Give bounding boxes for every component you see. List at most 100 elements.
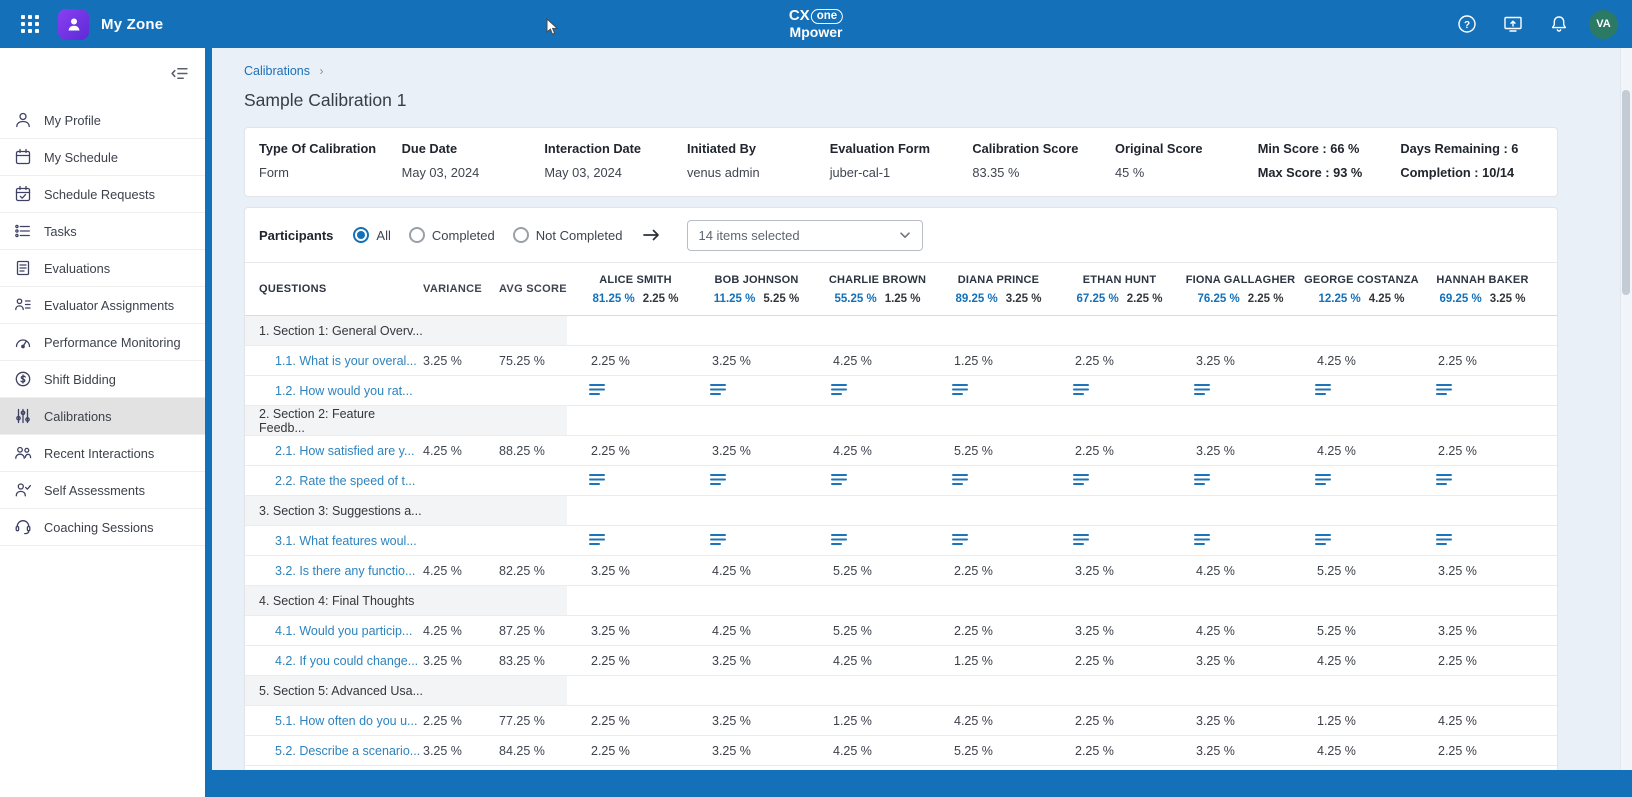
sidebar-item-self-assessments[interactable]: Self Assessments	[0, 472, 205, 509]
radio-all[interactable]: All	[353, 227, 390, 243]
comments-cell	[1059, 473, 1180, 489]
apply-arrow-icon[interactable]	[642, 227, 661, 243]
radio-completed[interactable]: Completed	[409, 227, 495, 243]
comments-icon[interactable]	[1436, 383, 1452, 396]
comments-icon[interactable]	[1315, 383, 1331, 396]
participant-name: HANNAH BAKER	[1422, 274, 1543, 286]
help-icon[interactable]: ?	[1451, 8, 1483, 40]
score-cell: 4.25 %	[817, 354, 938, 368]
question-row: 4.2. If you could change...3.25 %83.25 %…	[245, 646, 1557, 676]
column-header-participant-ethan-hunt: ETHAN HUNT 67.25 %2.25 %	[1059, 274, 1180, 305]
comments-icon[interactable]	[831, 533, 847, 546]
user-avatar[interactable]: VA	[1589, 10, 1618, 39]
summary-field-label: Due Date	[402, 141, 537, 156]
comments-icon[interactable]	[952, 473, 968, 486]
question-link[interactable]: 4.1. Would you particip...	[259, 624, 423, 638]
comments-icon[interactable]	[1073, 533, 1089, 546]
score-cell: 1.25 %	[938, 354, 1059, 368]
question-link[interactable]: 2.2. Rate the speed of t...	[259, 474, 423, 488]
question-link[interactable]: 5.1. How often do you u...	[259, 714, 423, 728]
comments-icon[interactable]	[589, 533, 605, 546]
summary-field-interaction-date: Interaction DateMay 03, 2024	[544, 141, 687, 183]
shift-bidding-icon	[14, 370, 32, 388]
participant-score: 55.25 %	[834, 293, 876, 305]
column-header-participant-alice-smith: ALICE SMITH81.25 %2.25 %	[575, 274, 696, 305]
sidebar-item-evaluator-assignments[interactable]: Evaluator Assignments	[0, 287, 205, 324]
breadcrumb-calibrations-link[interactable]: Calibrations	[244, 64, 310, 78]
section-row: 3. Section 3: Suggestions a...	[245, 496, 1557, 526]
comments-icon[interactable]	[952, 383, 968, 396]
participants-dropdown-value: 14 items selected	[698, 228, 799, 243]
question-link[interactable]: 5.2. Describe a scenario...	[259, 744, 423, 758]
comments-icon[interactable]	[831, 473, 847, 486]
myzone-logo-icon[interactable]	[58, 9, 89, 40]
comments-icon[interactable]	[1436, 473, 1452, 486]
comments-icon[interactable]	[1194, 473, 1210, 486]
comments-icon[interactable]	[1073, 383, 1089, 396]
avg-score-cell: 84.25 %	[499, 744, 575, 758]
screen-share-icon[interactable]	[1497, 8, 1529, 40]
score-cell: 3.25 %	[1180, 714, 1301, 728]
comments-icon[interactable]	[1194, 383, 1210, 396]
participant-variance: 4.25 %	[1369, 293, 1405, 305]
score-cell: 4.25 %	[817, 744, 938, 758]
sidebar-item-my-profile[interactable]: My Profile	[0, 102, 205, 139]
sidebar-item-my-schedule[interactable]: My Schedule	[0, 139, 205, 176]
breadcrumb: Calibrations ›	[244, 64, 1558, 78]
avg-score-cell: 87.25 %	[499, 624, 575, 638]
comments-icon[interactable]	[589, 473, 605, 486]
question-link[interactable]: 1.2. How would you rat...	[259, 384, 423, 398]
notifications-bell-icon[interactable]	[1543, 8, 1575, 40]
comments-icon[interactable]	[1194, 533, 1210, 546]
scrollbar-thumb[interactable]	[1622, 90, 1630, 295]
question-link[interactable]: 1.1. What is your overal...	[259, 354, 423, 368]
table-header-row: QUESTIONSVARIANCEAVG SCOREALICE SMITH81.…	[245, 262, 1557, 316]
summary-field-label: Days Remaining : 6	[1400, 141, 1535, 156]
participant-name: ALICE SMITH	[575, 274, 696, 286]
participant-name: BOB JOHNSON	[696, 274, 817, 286]
summary-field-label: Min Score : 66 %	[1258, 141, 1393, 156]
sidebar-item-tasks[interactable]: Tasks	[0, 213, 205, 250]
score-cell: 3.25 %	[1059, 624, 1180, 638]
sidebar-item-shift-bidding[interactable]: Shift Bidding	[0, 361, 205, 398]
sidebar-item-performance-monitoring[interactable]: Performance Monitoring	[0, 324, 205, 361]
question-link[interactable]: 2.1. How satisfied are y...	[259, 444, 423, 458]
question-link[interactable]: 3.1. What features woul...	[259, 534, 423, 548]
participants-dropdown[interactable]: 14 items selected	[687, 220, 923, 251]
tasks-icon	[14, 222, 32, 240]
summary-field-value: 83.35 %	[972, 165, 1107, 180]
comments-icon[interactable]	[589, 383, 605, 396]
comments-icon[interactable]	[1315, 533, 1331, 546]
participant-scores: 67.25 %2.25 %	[1059, 293, 1180, 305]
apps-grid-icon[interactable]	[14, 8, 46, 40]
score-cell: 2.25 %	[575, 654, 696, 668]
score-cell: 4.25 %	[696, 624, 817, 638]
sidebar-item-recent-interactions[interactable]: Recent Interactions	[0, 435, 205, 472]
summary-field-type-of-calibration: Type Of CalibrationForm	[259, 141, 402, 183]
question-link[interactable]: 4.2. If you could change...	[259, 654, 423, 668]
column-header-participant-diana-prince: DIANA PRINCE89.25 %3.25 %	[938, 274, 1059, 305]
score-cell: 3.25 %	[696, 744, 817, 758]
comments-icon[interactable]	[1073, 473, 1089, 486]
sidebar-item-evaluations[interactable]: Evaluations	[0, 250, 205, 287]
participant-name: ETHAN HUNT	[1059, 274, 1180, 286]
section-label: 4. Section 4: Final Thoughts	[259, 594, 423, 608]
variance-cell: 3.25 %	[423, 354, 499, 368]
radio-not-completed[interactable]: Not Completed	[513, 227, 623, 243]
score-cell: 5.25 %	[817, 564, 938, 578]
comments-icon[interactable]	[952, 533, 968, 546]
sidebar-item-schedule-requests[interactable]: Schedule Requests	[0, 176, 205, 213]
sidebar-item-calibrations[interactable]: Calibrations	[0, 398, 205, 435]
comments-cell	[1422, 533, 1543, 549]
comments-icon[interactable]	[831, 383, 847, 396]
comments-icon[interactable]	[710, 533, 726, 546]
comments-icon[interactable]	[710, 473, 726, 486]
sidebar-item-coaching-sessions[interactable]: Coaching Sessions	[0, 509, 205, 546]
summary-field-evaluation-form: Evaluation Formjuber-cal-1	[830, 141, 973, 183]
sidebar-collapse-icon[interactable]	[170, 64, 189, 83]
comments-icon[interactable]	[710, 383, 726, 396]
comments-icon[interactable]	[1315, 473, 1331, 486]
question-link[interactable]: 3.2. Is there any functio...	[259, 564, 423, 578]
score-cell: 3.25 %	[1422, 624, 1543, 638]
comments-icon[interactable]	[1436, 533, 1452, 546]
